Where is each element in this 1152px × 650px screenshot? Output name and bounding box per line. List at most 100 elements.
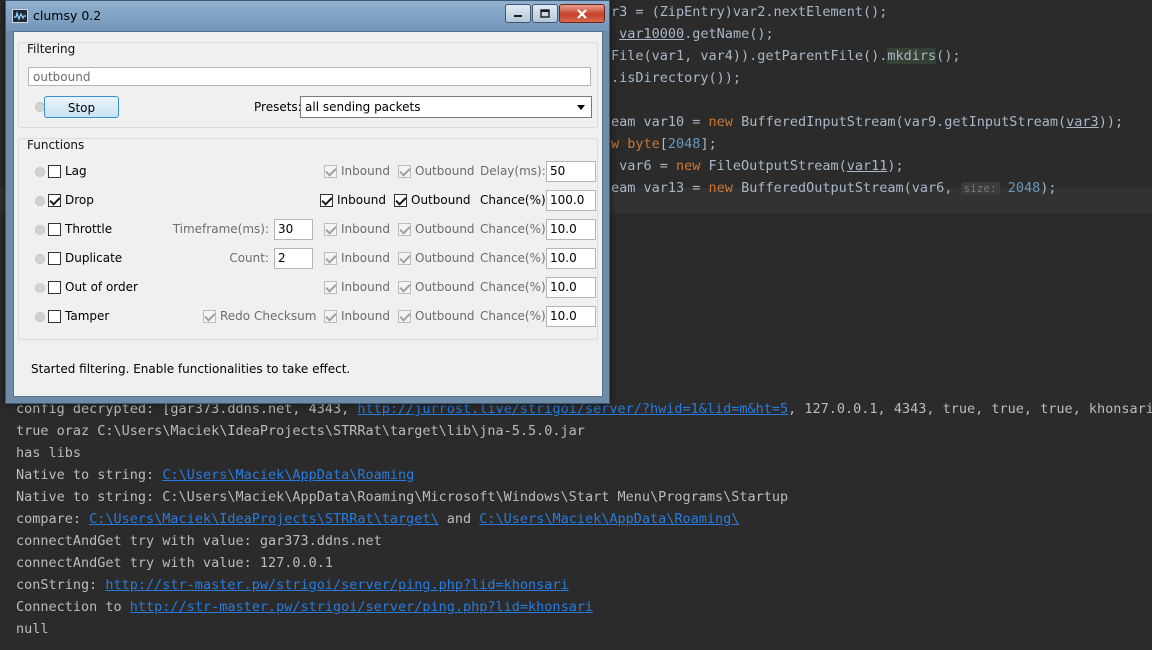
- enable-duplicate-checkbox[interactable]: [48, 252, 61, 265]
- console-line: compare: C:\Users\Maciek\IdeaProjects\ST…: [16, 508, 739, 530]
- code-token: mkdirs: [887, 48, 937, 64]
- status-indicator: [35, 196, 45, 206]
- maximize-button[interactable]: [532, 4, 558, 23]
- function-name: Tamper: [65, 309, 110, 323]
- code-token: );: [1040, 180, 1057, 196]
- outbound-label: Outbound: [415, 280, 475, 294]
- param-input[interactable]: 100.0: [546, 190, 596, 211]
- presets-select[interactable]: all sending packets: [300, 96, 592, 118]
- console-link[interactable]: http://str-master.pw/strigoi/server/ping…: [130, 599, 593, 615]
- close-button[interactable]: [559, 4, 605, 23]
- console-line: Connection to http://str-master.pw/strig…: [16, 596, 593, 618]
- enable-out-of-order-checkbox[interactable]: [48, 281, 61, 294]
- console-line: Native to string: C:\Users\Maciek\AppDat…: [16, 464, 414, 486]
- stop-button[interactable]: Stop: [44, 96, 119, 118]
- outbound-label: Outbound: [415, 251, 475, 265]
- outbound-checkbox[interactable]: [394, 194, 407, 207]
- console-line: connectAndGet try with value: 127.0.0.1: [16, 552, 333, 574]
- console-line: conString: http://str-master.pw/strigoi/…: [16, 574, 569, 596]
- console-line: Native to string: C:\Users\Maciek\AppDat…: [16, 486, 788, 508]
- outbound-checkbox[interactable]: [398, 310, 411, 323]
- console-line: true oraz C:\Users\Maciek\IdeaProjects\S…: [16, 420, 585, 442]
- outbound-checkbox[interactable]: [398, 281, 411, 294]
- enable-tamper-checkbox[interactable]: [48, 310, 61, 323]
- code-token: var10000: [619, 26, 685, 42]
- console-line: has libs: [16, 442, 81, 464]
- param-input[interactable]: 50: [546, 161, 596, 182]
- console-link[interactable]: http://str-master.pw/strigoi/server/ping…: [105, 577, 568, 593]
- console-link[interactable]: C:\Users\Maciek\AppData\Roaming: [162, 467, 414, 483]
- function-name: Drop: [65, 193, 94, 207]
- code-token: var6 =: [611, 158, 677, 174]
- enable-lag-checkbox[interactable]: [48, 165, 61, 178]
- minimize-button[interactable]: [505, 4, 531, 23]
- code-token: null: [16, 621, 49, 637]
- code-token: ));: [1098, 114, 1124, 130]
- outbound-checkbox[interactable]: [398, 252, 411, 265]
- dropdown-arrow-icon: [577, 105, 585, 110]
- code-line: var6 = new FileOutputStream(var11);: [611, 155, 904, 177]
- console-line: connectAndGet try with value: gar373.ddn…: [16, 530, 382, 552]
- code-token: conString:: [16, 577, 106, 593]
- outbound-checkbox[interactable]: [398, 223, 411, 236]
- extra-param-label: Count:: [229, 251, 269, 265]
- inbound-checkbox[interactable]: [324, 310, 337, 323]
- code-token: [: [659, 136, 668, 152]
- code-token: Connection to: [16, 599, 130, 615]
- code-token: new: [708, 180, 742, 196]
- code-token: connectAndGet try with value: 127.0.0.1: [16, 555, 333, 571]
- status-indicator: [35, 225, 45, 235]
- code-token: new: [708, 114, 742, 130]
- code-line: eam var13 = new BufferedOutputStream(var…: [611, 177, 1057, 199]
- code-token: File(var1, var4)).getParentFile().: [611, 48, 888, 64]
- param-input[interactable]: 10.0: [546, 306, 596, 327]
- code-token: r3 = (ZipEntry)var2.nextElement();: [611, 4, 888, 20]
- outbound-label: Outbound: [411, 193, 471, 207]
- code-token: eam var10 =: [611, 114, 709, 130]
- param-input[interactable]: 10.0: [546, 277, 596, 298]
- inbound-checkbox[interactable]: [324, 223, 337, 236]
- status-indicator: [35, 254, 45, 264]
- window-client-area: Filtering outbound Stop Presets: all sen…: [13, 31, 603, 397]
- extra-param-input[interactable]: 2: [274, 248, 313, 269]
- title-bar[interactable]: clumsy 0.2: [6, 1, 609, 31]
- code-token: ];: [700, 136, 717, 152]
- redo-checksum-checkbox[interactable]: [203, 310, 216, 323]
- redo-checksum-label: Redo Checksum: [220, 309, 317, 323]
- console-link[interactable]: C:\Users\Maciek\IdeaProjects\STRRat\targ…: [89, 511, 439, 527]
- inbound-checkbox[interactable]: [320, 194, 333, 207]
- console-link[interactable]: C:\Users\Maciek\AppData\Roaming\: [479, 511, 739, 527]
- param-input[interactable]: 10.0: [546, 219, 596, 240]
- enable-throttle-checkbox[interactable]: [48, 223, 61, 236]
- close-icon: [577, 8, 587, 19]
- code-token: compare:: [16, 511, 90, 527]
- param-label: Chance(%):: [480, 309, 550, 323]
- function-name: Duplicate: [65, 251, 123, 265]
- minimize-icon: [514, 14, 522, 17]
- param-hint: size:: [960, 182, 1000, 195]
- inbound-checkbox[interactable]: [324, 281, 337, 294]
- param-label: Delay(ms):: [480, 164, 546, 178]
- code-token: true oraz C:\Users\Maciek\IdeaProjects\S…: [16, 423, 585, 439]
- extra-param-label: Timeframe(ms):: [172, 222, 269, 236]
- code-line: r3 = (ZipEntry)var2.nextElement();: [611, 1, 887, 23]
- console-line: null: [16, 618, 49, 640]
- run-console[interactable]: config decrypted: [gar373.ddns.net, 4343…: [0, 398, 1152, 650]
- inbound-checkbox[interactable]: [324, 165, 337, 178]
- function-name: Out of order: [65, 280, 138, 294]
- outbound-checkbox[interactable]: [398, 165, 411, 178]
- enable-drop-checkbox[interactable]: [48, 194, 61, 207]
- code-line: var10000.getName();: [611, 23, 773, 45]
- code-line: .isDirectory());: [611, 67, 741, 89]
- code-token: ();: [936, 48, 961, 64]
- code-token: and: [438, 511, 480, 527]
- param-input[interactable]: 10.0: [546, 248, 596, 269]
- filter-input[interactable]: outbound: [28, 67, 591, 86]
- presets-selected-value: all sending packets: [305, 100, 421, 114]
- code-token: , 127.0.0.1, 4343, true, true, true, kho…: [788, 401, 1152, 417]
- extra-param-input[interactable]: 30: [274, 219, 313, 240]
- waveform-icon: [12, 9, 28, 23]
- function-name: Throttle: [65, 222, 113, 236]
- inbound-checkbox[interactable]: [324, 252, 337, 265]
